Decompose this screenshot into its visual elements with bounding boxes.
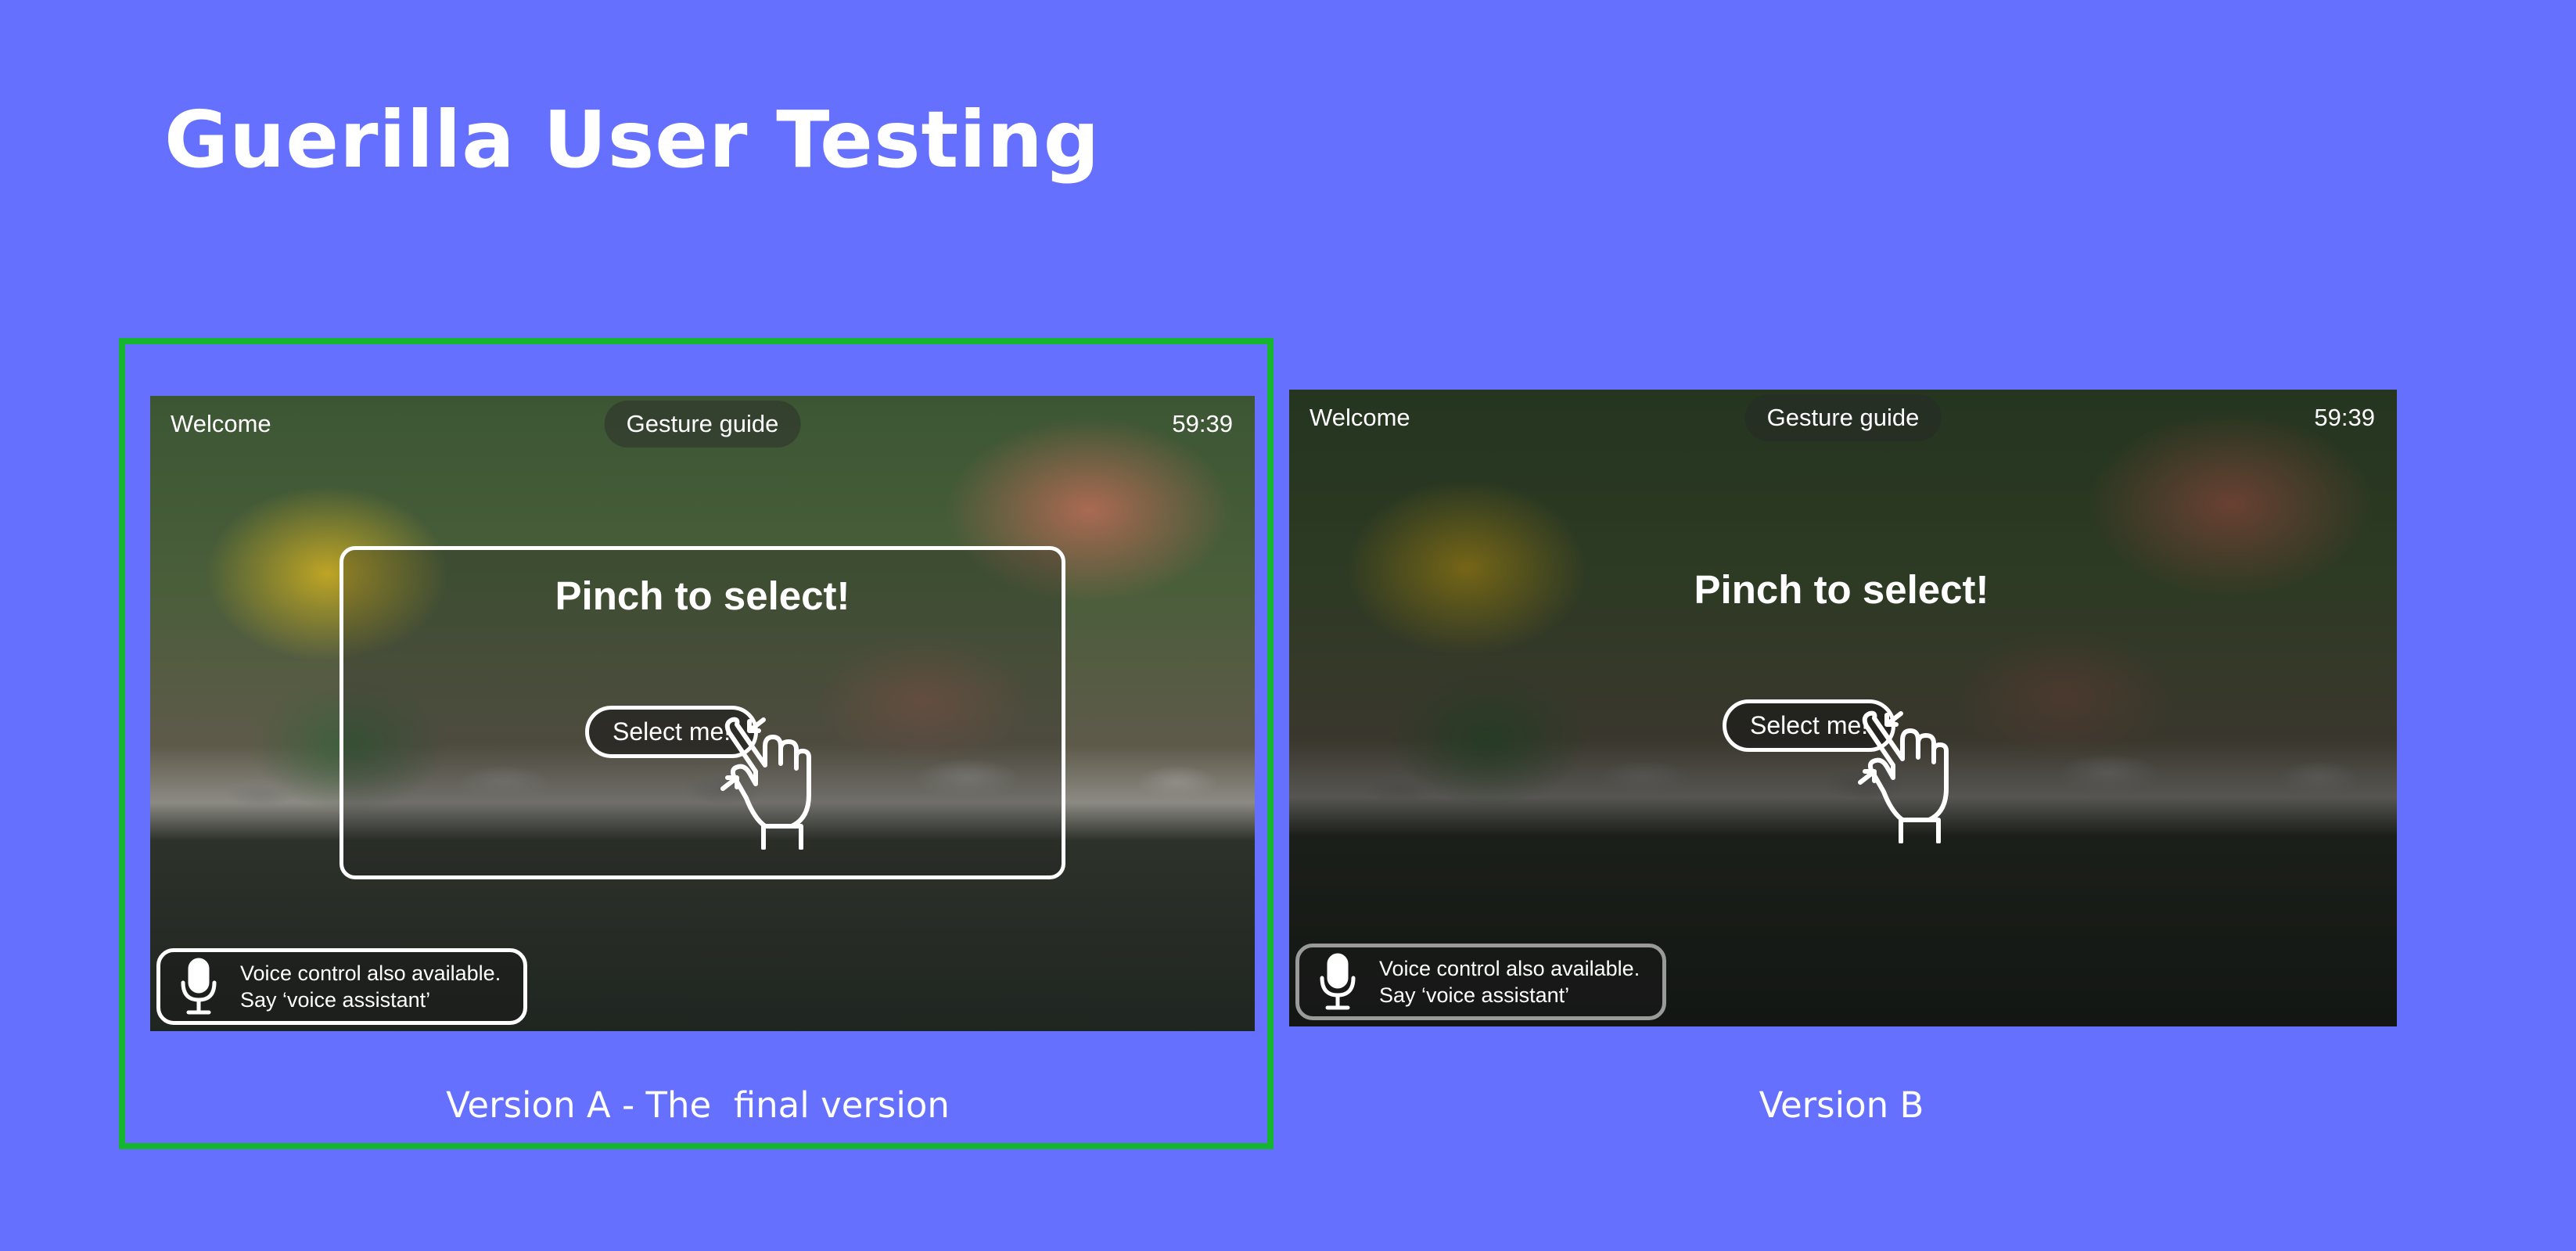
voice-hint-line-1: Voice control also available.: [240, 962, 501, 985]
instruction-text: Pinch to select!: [1694, 567, 1989, 612]
voice-control-hint[interactable]: Voice control also available. Say ‘voice…: [156, 948, 527, 1025]
version-a-screen: Welcome Gesture guide 59:39 Pinch to sel…: [150, 396, 1255, 1031]
microphone-icon: [181, 958, 217, 1015]
timer: 59:39: [2314, 404, 2375, 431]
pinch-hand-icon: [720, 717, 811, 850]
welcome-label[interactable]: Welcome: [1310, 404, 1410, 432]
timer: 59:39: [1172, 410, 1233, 437]
instruction-text: Pinch to select!: [555, 573, 850, 618]
version-b-caption: Version B: [1759, 1084, 1924, 1126]
welcome-label[interactable]: Welcome: [171, 410, 271, 438]
microphone-icon: [1320, 953, 1356, 1010]
gesture-guide-tab[interactable]: Gesture guide: [1744, 394, 1942, 441]
pinch-hand-icon: [1858, 710, 1949, 843]
page-title: Guerilla User Testing: [164, 94, 1101, 185]
version-a-caption: Version A - The final version: [446, 1084, 950, 1126]
version-b-screen: Welcome Gesture guide 59:39 Pinch to sel…: [1289, 390, 2397, 1026]
gesture-guide-tab[interactable]: Gesture guide: [604, 401, 801, 448]
voice-hint-line-1: Voice control also available.: [1379, 957, 1640, 980]
voice-control-hint[interactable]: Voice control also available. Say ‘voice…: [1295, 944, 1666, 1020]
voice-hint-line-2: Say ‘voice assistant’: [240, 988, 431, 1012]
voice-hint-line-2: Say ‘voice assistant’: [1379, 983, 1570, 1007]
